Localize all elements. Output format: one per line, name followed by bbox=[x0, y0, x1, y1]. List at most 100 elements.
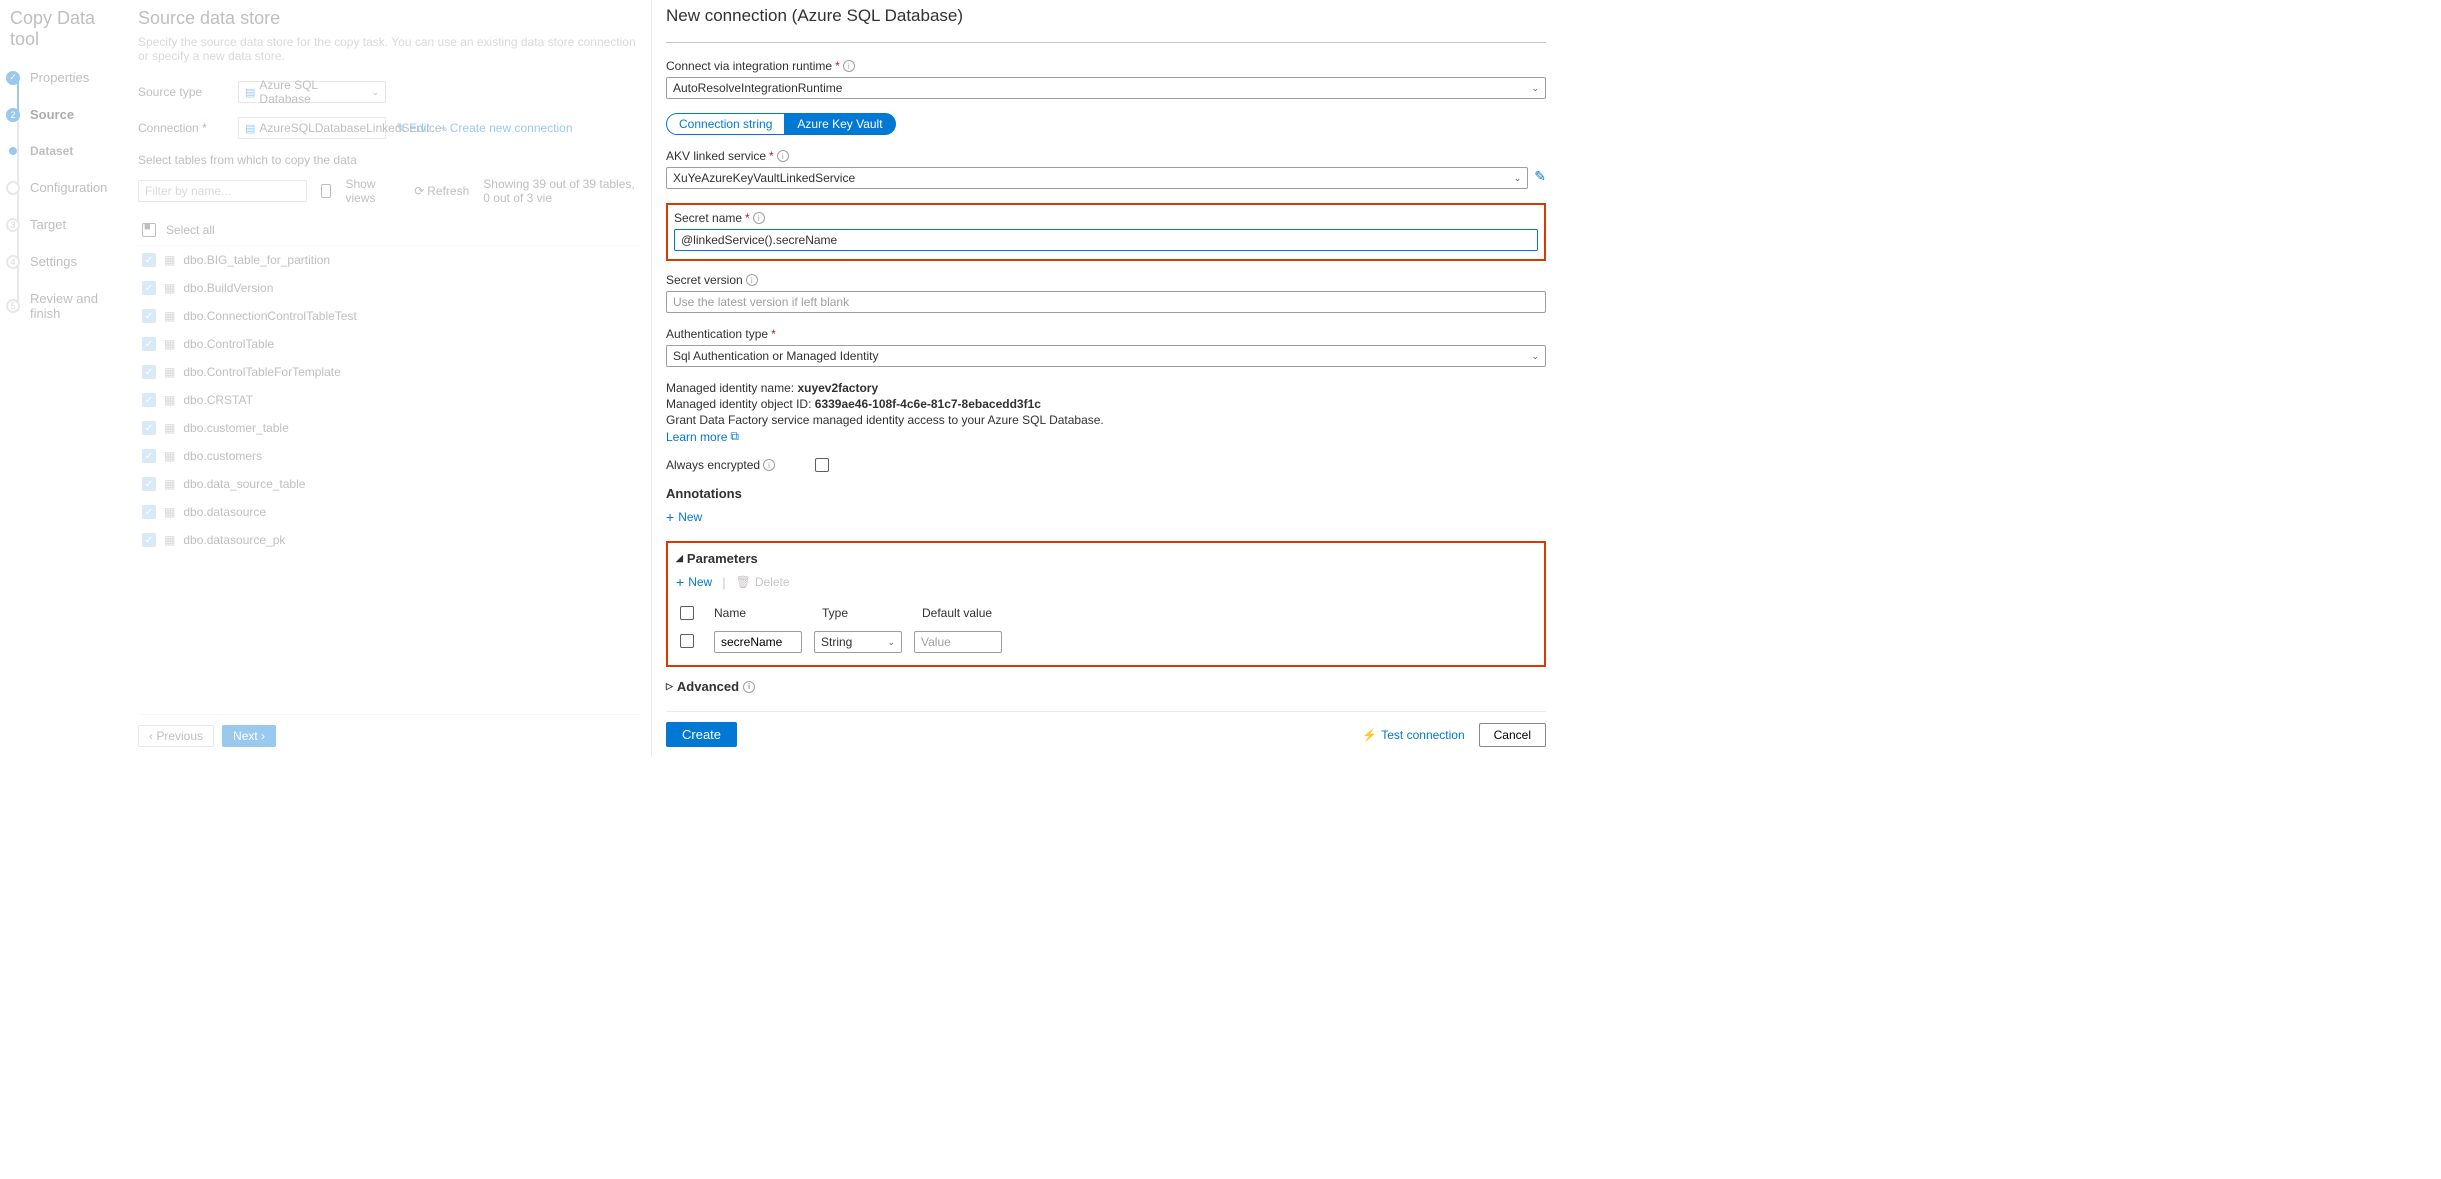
info-icon[interactable]: i bbox=[743, 681, 755, 693]
tab-azure-key-vault[interactable]: Azure Key Vault bbox=[784, 113, 895, 135]
new-connection-blade: New connection (Azure SQL Database) Conn… bbox=[652, 0, 1560, 757]
select-all-params-checkbox[interactable] bbox=[680, 606, 694, 620]
filter-input[interactable] bbox=[138, 180, 307, 202]
table-row[interactable]: ✓▦dbo.customers bbox=[138, 442, 641, 470]
step-properties[interactable]: ✓ Properties bbox=[6, 70, 120, 85]
table-row[interactable]: ✓▦dbo.data_source_table bbox=[138, 470, 641, 498]
cancel-button[interactable]: Cancel bbox=[1479, 723, 1546, 747]
source-title: Source data store bbox=[138, 8, 641, 29]
add-annotation-button[interactable]: + New bbox=[666, 509, 1546, 525]
status-text: Showing 39 out of 39 tables, 0 out of 3 … bbox=[483, 177, 641, 205]
database-icon: ▤ bbox=[245, 86, 255, 99]
show-views-label: Show views bbox=[345, 177, 390, 205]
connection-dropdown[interactable]: ▤ AzureSQLDatabaseLinkedService ⌄ bbox=[238, 117, 386, 139]
row-checkbox[interactable]: ✓ bbox=[142, 477, 156, 491]
select-all-row[interactable]: Select all bbox=[138, 215, 641, 246]
add-parameter-button[interactable]: + New bbox=[676, 574, 712, 590]
dot-icon bbox=[9, 147, 17, 155]
table-row[interactable]: ✓▦dbo.ConnectionControlTableTest bbox=[138, 302, 641, 330]
integration-runtime-dropdown[interactable]: AutoResolveIntegrationRuntime ⌄ bbox=[666, 77, 1546, 99]
auth-type-dropdown[interactable]: Sql Authentication or Managed Identity ⌄ bbox=[666, 345, 1546, 367]
row-checkbox[interactable]: ✓ bbox=[142, 309, 156, 323]
param-default-input[interactable] bbox=[914, 631, 1002, 653]
blade-title: New connection (Azure SQL Database) bbox=[666, 6, 1546, 26]
test-connection-button[interactable]: ⚡ Test connection bbox=[1362, 728, 1464, 742]
select-all-checkbox[interactable] bbox=[142, 223, 156, 237]
info-icon[interactable]: i bbox=[777, 150, 789, 162]
step-dataset[interactable]: Dataset bbox=[6, 144, 120, 158]
tool-title: Copy Data tool bbox=[6, 8, 120, 50]
table-row[interactable]: ✓▦dbo.customer_table bbox=[138, 414, 641, 442]
advanced-header[interactable]: ▷ Advanced i bbox=[666, 679, 1546, 694]
step-target[interactable]: 3 Target bbox=[6, 217, 120, 232]
parameters-header[interactable]: ◢ Parameters bbox=[676, 551, 1536, 566]
info-icon[interactable]: i bbox=[763, 459, 775, 471]
auth-toggle-group: Connection string Azure Key Vault bbox=[666, 113, 1546, 135]
secret-version-input[interactable] bbox=[666, 291, 1546, 313]
table-row[interactable]: ✓▦dbo.ControlTable bbox=[138, 330, 641, 358]
always-encrypted-checkbox[interactable] bbox=[815, 458, 829, 472]
refresh-button[interactable]: ⟳ Refresh bbox=[414, 184, 469, 198]
auth-type-label: Authentication type * bbox=[666, 327, 1546, 341]
akv-linked-service-dropdown[interactable]: XuYeAzureKeyVaultLinkedService ⌄ bbox=[666, 167, 1528, 189]
create-button[interactable]: Create bbox=[666, 722, 737, 747]
create-connection-button[interactable]: + Create new connection bbox=[440, 121, 573, 135]
table-row[interactable]: ✓▦dbo.ControlTableForTemplate bbox=[138, 358, 641, 386]
row-checkbox[interactable]: ✓ bbox=[142, 393, 156, 407]
mi-id-text: Managed identity object ID: 6339ae46-108… bbox=[666, 397, 1546, 411]
trash-icon: 🗑 bbox=[736, 575, 751, 589]
param-name-input[interactable] bbox=[714, 631, 802, 653]
step-number-icon: 4 bbox=[6, 255, 20, 269]
step-settings[interactable]: 4 Settings bbox=[6, 254, 120, 269]
table-row[interactable]: ✓▦dbo.datasource bbox=[138, 498, 641, 526]
always-encrypted-label: Always encrypted i bbox=[666, 458, 775, 472]
row-checkbox[interactable]: ✓ bbox=[142, 533, 156, 547]
info-icon[interactable]: i bbox=[753, 212, 765, 224]
connect-via-label: Connect via integration runtime * i bbox=[666, 59, 1546, 73]
tab-connection-string[interactable]: Connection string bbox=[666, 113, 784, 135]
row-checkbox[interactable]: ✓ bbox=[142, 365, 156, 379]
row-checkbox[interactable]: ✓ bbox=[142, 505, 156, 519]
secret-name-input[interactable] bbox=[674, 229, 1538, 251]
edit-connection-button[interactable]: ✎ Edit bbox=[396, 121, 430, 135]
chevron-down-icon: ⌄ bbox=[1514, 173, 1522, 184]
chevron-down-icon: ⌄ bbox=[371, 87, 379, 98]
learn-more-link[interactable]: Learn more ⧉ bbox=[666, 429, 1546, 444]
select-tables-label: Select tables from which to copy the dat… bbox=[138, 153, 641, 167]
edit-akv-button[interactable]: ✎ bbox=[1534, 168, 1546, 185]
step-number-icon: 2 bbox=[6, 108, 20, 122]
grant-text: Grant Data Factory service managed ident… bbox=[666, 413, 1546, 427]
table-icon: ▦ bbox=[164, 393, 175, 407]
param-type-dropdown[interactable]: String ⌄ bbox=[814, 631, 902, 653]
next-button[interactable]: Next › bbox=[222, 725, 276, 747]
table-row[interactable]: ✓▦dbo.datasource_pk bbox=[138, 526, 641, 554]
row-checkbox[interactable]: ✓ bbox=[142, 421, 156, 435]
chevron-down-icon: ⌄ bbox=[887, 637, 895, 648]
info-icon[interactable]: i bbox=[746, 274, 758, 286]
row-checkbox[interactable]: ✓ bbox=[142, 449, 156, 463]
table-row[interactable]: ✓▦dbo.BuildVersion bbox=[138, 274, 641, 302]
table-row[interactable]: ✓▦dbo.CRSTAT bbox=[138, 386, 641, 414]
previous-button[interactable]: ‹ Previous bbox=[138, 725, 214, 747]
source-type-dropdown[interactable]: ▤ Azure SQL Database ⌄ bbox=[238, 81, 386, 103]
row-checkbox[interactable]: ✓ bbox=[142, 337, 156, 351]
step-number-icon: 3 bbox=[6, 218, 20, 232]
plus-icon: + bbox=[666, 509, 674, 525]
table-icon: ▦ bbox=[164, 365, 175, 379]
show-views-checkbox[interactable] bbox=[321, 184, 331, 198]
info-icon[interactable]: i bbox=[843, 60, 855, 72]
param-row-checkbox[interactable] bbox=[680, 634, 694, 648]
row-checkbox[interactable]: ✓ bbox=[142, 281, 156, 295]
pencil-icon: ✎ bbox=[396, 121, 406, 135]
collapse-icon: ◢ bbox=[676, 553, 683, 564]
step-configuration[interactable]: Configuration bbox=[6, 180, 120, 195]
delete-parameter-button[interactable]: 🗑 Delete bbox=[736, 575, 790, 589]
step-source[interactable]: 2 Source bbox=[6, 107, 120, 122]
table-icon: ▦ bbox=[164, 533, 175, 547]
check-icon: ✓ bbox=[6, 71, 20, 85]
row-checkbox[interactable]: ✓ bbox=[142, 253, 156, 267]
table-row[interactable]: ✓▦dbo.BIG_table_for_partition bbox=[138, 246, 641, 274]
secret-name-label: Secret name * i bbox=[674, 211, 1538, 225]
step-review[interactable]: 5 Review and finish bbox=[6, 291, 120, 321]
table-icon: ▦ bbox=[164, 505, 175, 519]
